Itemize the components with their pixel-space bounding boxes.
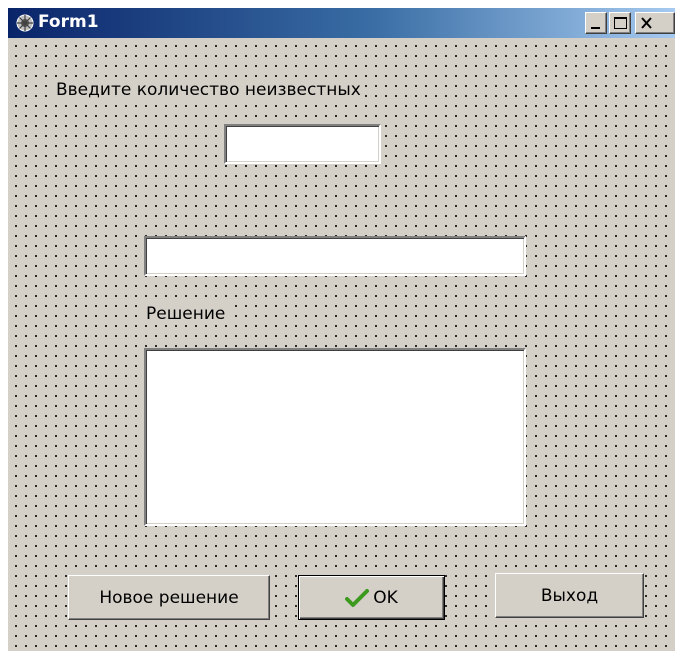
equation-input[interactable] — [144, 236, 526, 276]
form-client-area: Введите количество неизвестных Решение Н… — [8, 38, 675, 651]
new-solution-label: Новое решение — [99, 587, 239, 608]
minimize-icon — [591, 27, 600, 29]
maximize-icon — [614, 17, 627, 29]
maximize-button[interactable] — [609, 12, 631, 34]
close-icon — [641, 17, 652, 29]
exit-label: Выход — [540, 585, 599, 606]
solution-memo[interactable] — [144, 348, 526, 526]
exit-button[interactable]: Выход — [495, 573, 644, 618]
solution-label: Решение — [144, 304, 228, 324]
minimize-button[interactable] — [585, 12, 607, 34]
count-label: Введите количество неизвестных — [54, 80, 363, 100]
new-solution-button[interactable]: Новое решение — [68, 575, 270, 620]
checkmark-icon — [345, 588, 370, 607]
window-title: Form1 — [38, 12, 99, 32]
delphi-app-icon[interactable] — [16, 14, 34, 32]
count-input[interactable] — [224, 124, 381, 164]
close-button[interactable] — [635, 12, 675, 34]
ok-label: OK — [373, 587, 398, 608]
ok-button[interactable]: OK — [298, 575, 445, 620]
title-bar[interactable]: Form1 — [8, 8, 675, 38]
form1-window: Form1 Введите количество неизвестных Реш… — [8, 8, 675, 651]
